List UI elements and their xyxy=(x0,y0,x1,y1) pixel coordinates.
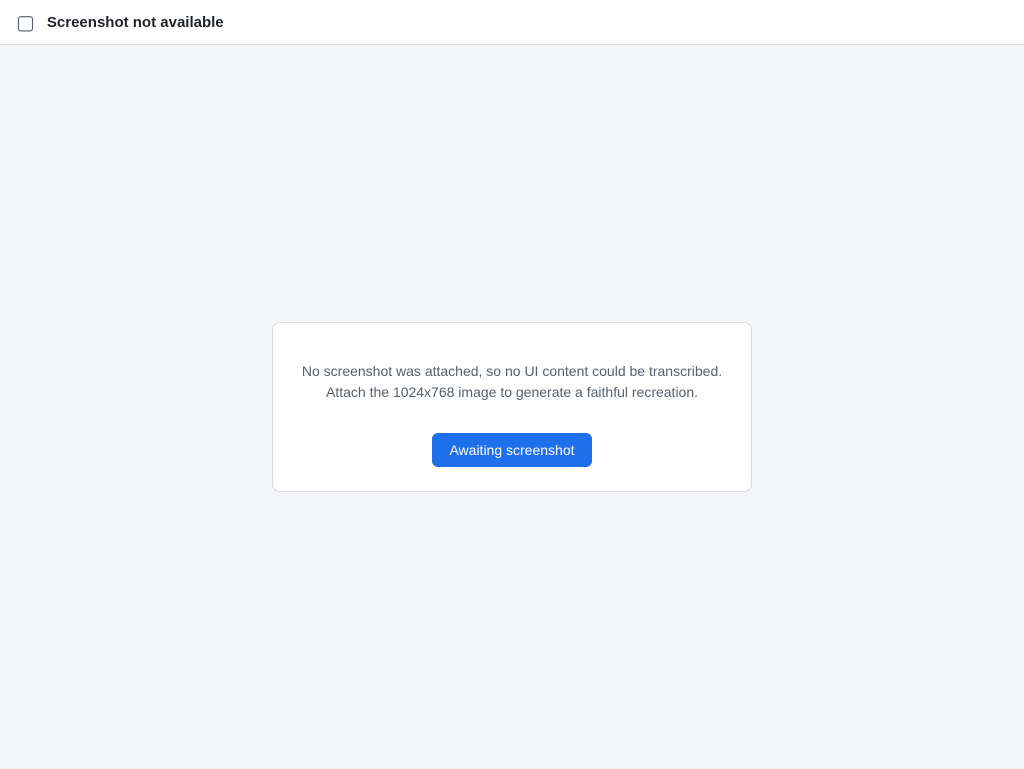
placeholder-message: No screenshot was attached, so no UI con… xyxy=(301,363,723,400)
title-bar: ▢ Screenshot not available xyxy=(0,0,1024,45)
placeholder-card: No screenshot was attached, so no UI con… xyxy=(272,322,752,492)
window-title: Screenshot not available xyxy=(46,13,224,31)
await-screenshot-button[interactable]: Awaiting screenshot xyxy=(432,433,592,467)
image-missing-icon: ▢ xyxy=(16,11,35,34)
main-area: No screenshot was attached, so no UI con… xyxy=(0,45,1024,769)
